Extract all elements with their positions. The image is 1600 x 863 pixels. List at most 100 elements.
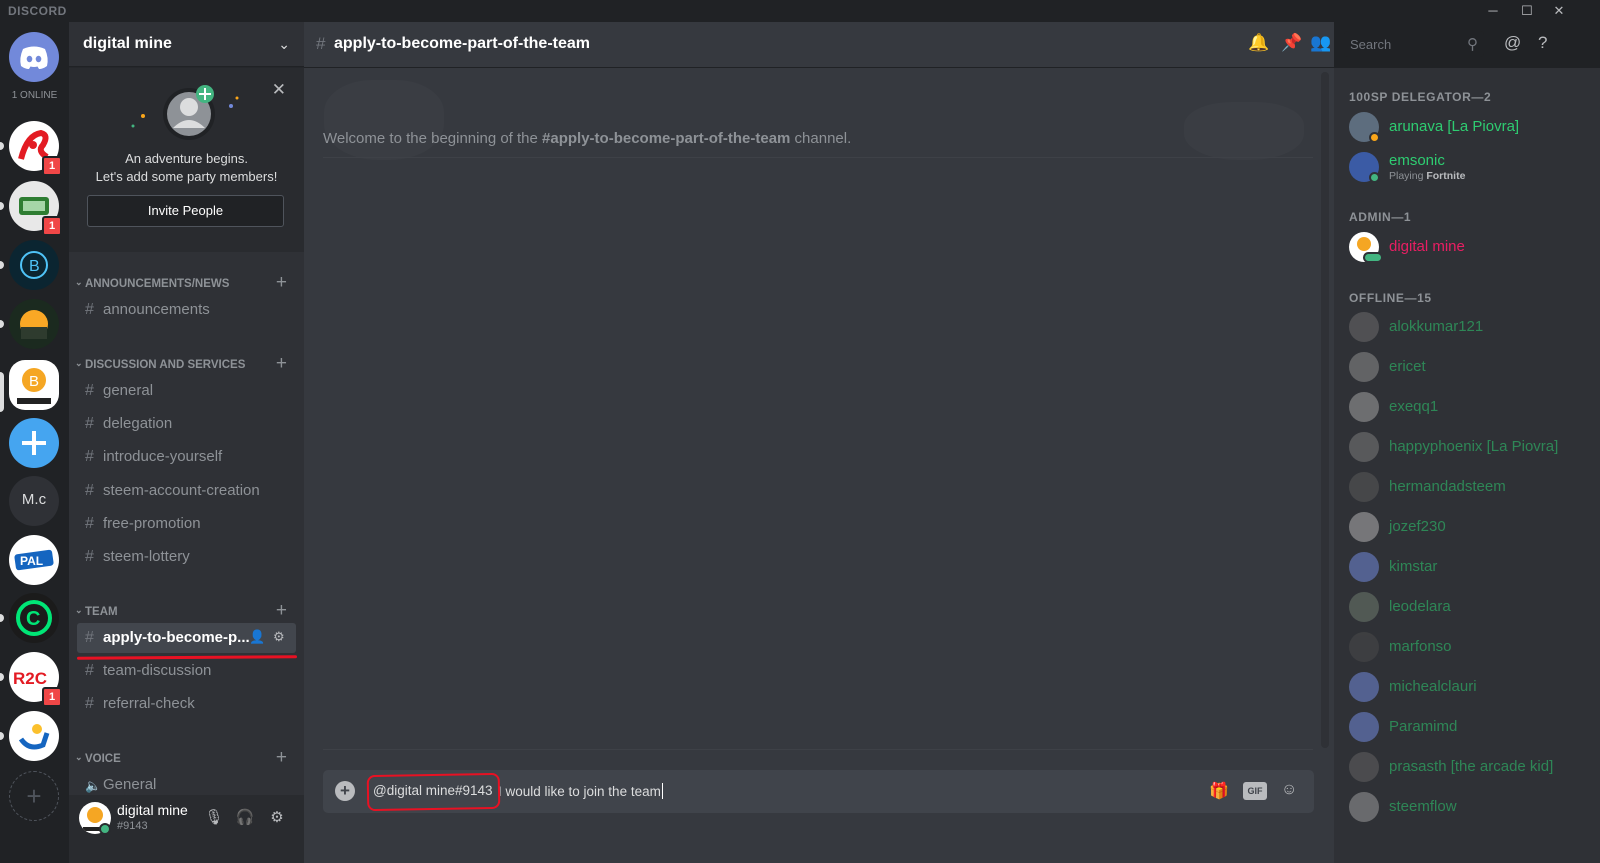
channel-steem-lottery[interactable]: # steem-lottery bbox=[77, 542, 296, 572]
scrollbar[interactable] bbox=[1321, 72, 1329, 748]
welcome-channel: #apply-to-become-part-of-the-team bbox=[542, 130, 791, 147]
emoji-icon[interactable]: ☺ bbox=[1281, 781, 1297, 799]
streaming-status-icon bbox=[1363, 252, 1383, 263]
gif-button[interactable]: GIF bbox=[1243, 782, 1267, 800]
server-initials: M.c bbox=[21, 491, 47, 508]
channel-team-discussion[interactable]: # team-discussion bbox=[77, 656, 296, 686]
unread-pip bbox=[0, 673, 4, 681]
create-invite-icon[interactable]: 👤 bbox=[249, 629, 265, 645]
chevron-down-icon[interactable]: ⌄ bbox=[278, 36, 290, 53]
close-icon[interactable]: ✕ bbox=[272, 80, 286, 100]
create-channel-icon[interactable]: + bbox=[276, 747, 287, 769]
member-item[interactable]: kimstar bbox=[1349, 548, 1589, 588]
create-channel-icon[interactable]: + bbox=[276, 600, 287, 622]
annotation-circle bbox=[366, 772, 501, 812]
channel-label: general bbox=[103, 382, 154, 399]
member-item[interactable]: michealclauri bbox=[1349, 668, 1589, 708]
channel-announcements[interactable]: # announcements bbox=[77, 295, 296, 325]
member-item[interactable]: arunava [La Piovra] bbox=[1349, 108, 1589, 148]
hash-icon: # bbox=[85, 448, 94, 465]
svg-text:R2C: R2C bbox=[13, 669, 47, 688]
minimize-icon[interactable]: ─ bbox=[1480, 2, 1506, 20]
member-item[interactable]: exeqq1 bbox=[1349, 388, 1589, 428]
server-icon-hands[interactable] bbox=[9, 711, 59, 761]
avatar bbox=[1349, 472, 1379, 502]
category-voice[interactable]: ⌄ VOICE + bbox=[75, 747, 295, 768]
channel-introduce-yourself[interactable]: # introduce-yourself bbox=[77, 442, 296, 472]
create-channel-icon[interactable]: + bbox=[276, 353, 287, 375]
close-icon[interactable]: ✕ bbox=[1546, 2, 1572, 20]
search-input[interactable]: Search ⚲ bbox=[1344, 31, 1484, 57]
member-item[interactable]: steemflow bbox=[1349, 788, 1589, 828]
member-item[interactable]: emsonic Playing Fortnite bbox=[1349, 148, 1589, 188]
category-team[interactable]: ⌄ TEAM + bbox=[75, 600, 295, 621]
channel-apply-to-become-part-of-the-team[interactable]: # apply-to-become-p... 👤 ⚙ bbox=[77, 623, 296, 653]
category-announcements-news[interactable]: ⌄ ANNOUNCEMENTS/NEWS + bbox=[75, 272, 295, 293]
server-icon-3[interactable]: B bbox=[9, 240, 59, 290]
divider bbox=[323, 157, 1313, 158]
category-discussion-and-services[interactable]: ⌄ DISCUSSION AND SERVICES + bbox=[75, 353, 295, 374]
voice-channel-general[interactable]: 🔈 General bbox=[77, 770, 296, 794]
member-group-heading: OFFLINE—15 bbox=[1349, 291, 1432, 305]
server-icon-c[interactable]: C bbox=[9, 593, 59, 643]
plus-logo-icon bbox=[22, 431, 46, 455]
welcome-suffix: channel. bbox=[790, 130, 852, 147]
unread-pip bbox=[0, 732, 4, 740]
maximize-icon[interactable]: ☐ bbox=[1514, 2, 1540, 20]
member-item[interactable]: marfonso bbox=[1349, 628, 1589, 668]
pal-logo-icon: PAL bbox=[14, 549, 54, 571]
member-item[interactable]: happyphoenix [La Piovra] bbox=[1349, 428, 1589, 468]
member-name: arunava [La Piovra] bbox=[1389, 118, 1520, 135]
member-item[interactable]: jozef230 bbox=[1349, 508, 1589, 548]
selected-pip bbox=[0, 372, 4, 412]
members-icon[interactable]: 👥 bbox=[1310, 33, 1331, 53]
headphones-icon[interactable]: 🎧 bbox=[234, 808, 256, 826]
channel-free-promotion[interactable]: # free-promotion bbox=[77, 509, 296, 539]
pin-icon[interactable]: 📌 bbox=[1281, 33, 1302, 53]
home-button[interactable] bbox=[9, 32, 59, 82]
create-channel-icon[interactable]: + bbox=[276, 272, 287, 294]
channel-sidebar: digital mine ⌄ ✕ An adventure begins. Le… bbox=[69, 22, 304, 863]
category-label: ANNOUNCEMENTS/NEWS bbox=[85, 278, 230, 290]
member-item[interactable]: hermandadsteem bbox=[1349, 468, 1589, 508]
member-name: steemflow bbox=[1389, 798, 1457, 815]
member-item[interactable]: leodelara bbox=[1349, 588, 1589, 628]
server-header[interactable]: digital mine ⌄ bbox=[69, 22, 304, 67]
server-icon-mc[interactable]: M.c bbox=[9, 476, 59, 526]
server-icon-pal[interactable]: PAL bbox=[9, 535, 59, 585]
gift-icon[interactable]: 🎁 bbox=[1209, 781, 1229, 801]
server-icon-4[interactable] bbox=[9, 299, 59, 349]
invite-line-1: An adventure begins. bbox=[125, 151, 248, 166]
channel-label: apply-to-become-p... bbox=[103, 629, 250, 646]
channel-delegation[interactable]: # delegation bbox=[77, 409, 296, 439]
member-item[interactable]: alokkumar121 bbox=[1349, 308, 1589, 348]
channel-referral-check[interactable]: # referral-check bbox=[77, 689, 296, 719]
server-name: digital mine bbox=[83, 35, 172, 52]
help-icon[interactable]: ? bbox=[1538, 33, 1547, 53]
ghost-logo-right bbox=[1184, 102, 1304, 160]
channel-steem-account-creation[interactable]: # steem-account-creation bbox=[77, 476, 296, 506]
gear-icon[interactable]: ⚙ bbox=[266, 808, 288, 826]
search-placeholder: Search bbox=[1350, 37, 1392, 52]
channel-general[interactable]: # general bbox=[77, 376, 296, 406]
gear-icon[interactable]: ⚙ bbox=[273, 629, 285, 645]
add-server-button[interactable]: + bbox=[9, 771, 59, 821]
member-item[interactable]: prasasth [the arcade kid] bbox=[1349, 748, 1589, 788]
member-item[interactable]: digital mine bbox=[1349, 228, 1589, 268]
upload-icon[interactable]: + bbox=[335, 781, 355, 801]
member-item[interactable]: Paramimd bbox=[1349, 708, 1589, 748]
message-input[interactable]: + @digital mine#9143 I would like to joi… bbox=[323, 770, 1314, 813]
app-brand: DISCORD bbox=[8, 4, 67, 18]
server-icon-6[interactable] bbox=[9, 418, 59, 468]
member-item[interactable]: ericet bbox=[1349, 348, 1589, 388]
hands-logo-icon bbox=[18, 724, 50, 750]
member-name: ericet bbox=[1389, 358, 1426, 375]
avatar bbox=[1349, 352, 1379, 382]
member-list: 100SP DELEGATOR—2 arunava [La Piovra] em… bbox=[1334, 68, 1600, 863]
invite-people-button[interactable]: Invite People bbox=[87, 195, 284, 227]
microphone-icon[interactable]: 🎙 bbox=[203, 808, 225, 826]
server-icon-digital-mine[interactable]: B bbox=[9, 360, 59, 410]
idle-status-icon bbox=[1369, 132, 1380, 143]
bell-icon[interactable]: 🔔 bbox=[1248, 33, 1269, 53]
mention-icon[interactable]: @ bbox=[1504, 33, 1521, 53]
